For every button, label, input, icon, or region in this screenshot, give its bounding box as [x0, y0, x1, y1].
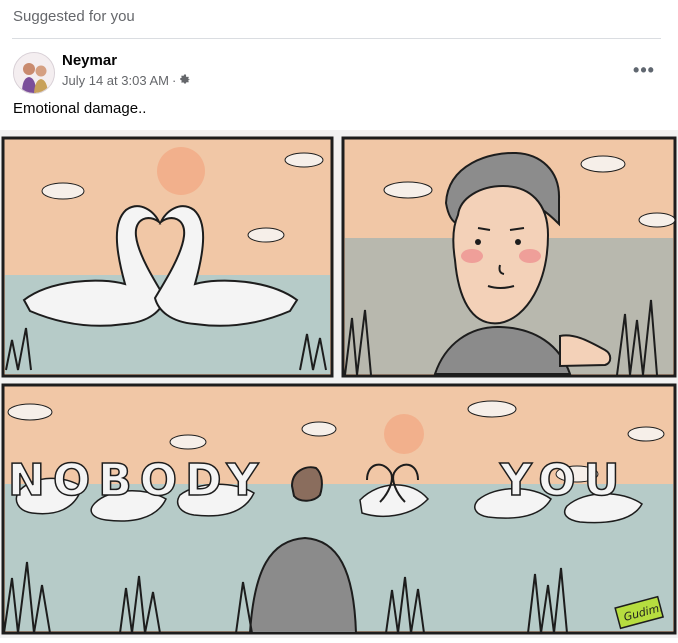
comic-bottom-text-right: YOU — [499, 455, 627, 506]
post-meta: July 14 at 3:03 AM · — [62, 73, 191, 88]
more-options-button[interactable]: ••• — [630, 56, 658, 84]
comic-bottom-text: NOBODY — [8, 455, 266, 506]
suggested-for-you-label: Suggested for you — [13, 8, 135, 25]
divider — [12, 38, 661, 39]
comic-image[interactable]: NOBODY YOU Gudim. — [0, 130, 678, 638]
post-caption: Emotional damage.. — [13, 100, 147, 117]
avatar-image — [14, 53, 54, 93]
gear-icon — [179, 73, 191, 88]
avatar[interactable] — [13, 52, 55, 94]
author-name[interactable]: Neymar — [62, 52, 117, 69]
panel-2 — [341, 136, 677, 378]
panel-1 — [1, 136, 334, 378]
more-options-icon: ••• — [633, 59, 655, 80]
panel-3: NOBODY YOU Gudim. — [1, 383, 677, 635]
meta-separator: · — [171, 73, 177, 88]
timestamp[interactable]: July 14 at 3:03 AM — [62, 73, 169, 88]
